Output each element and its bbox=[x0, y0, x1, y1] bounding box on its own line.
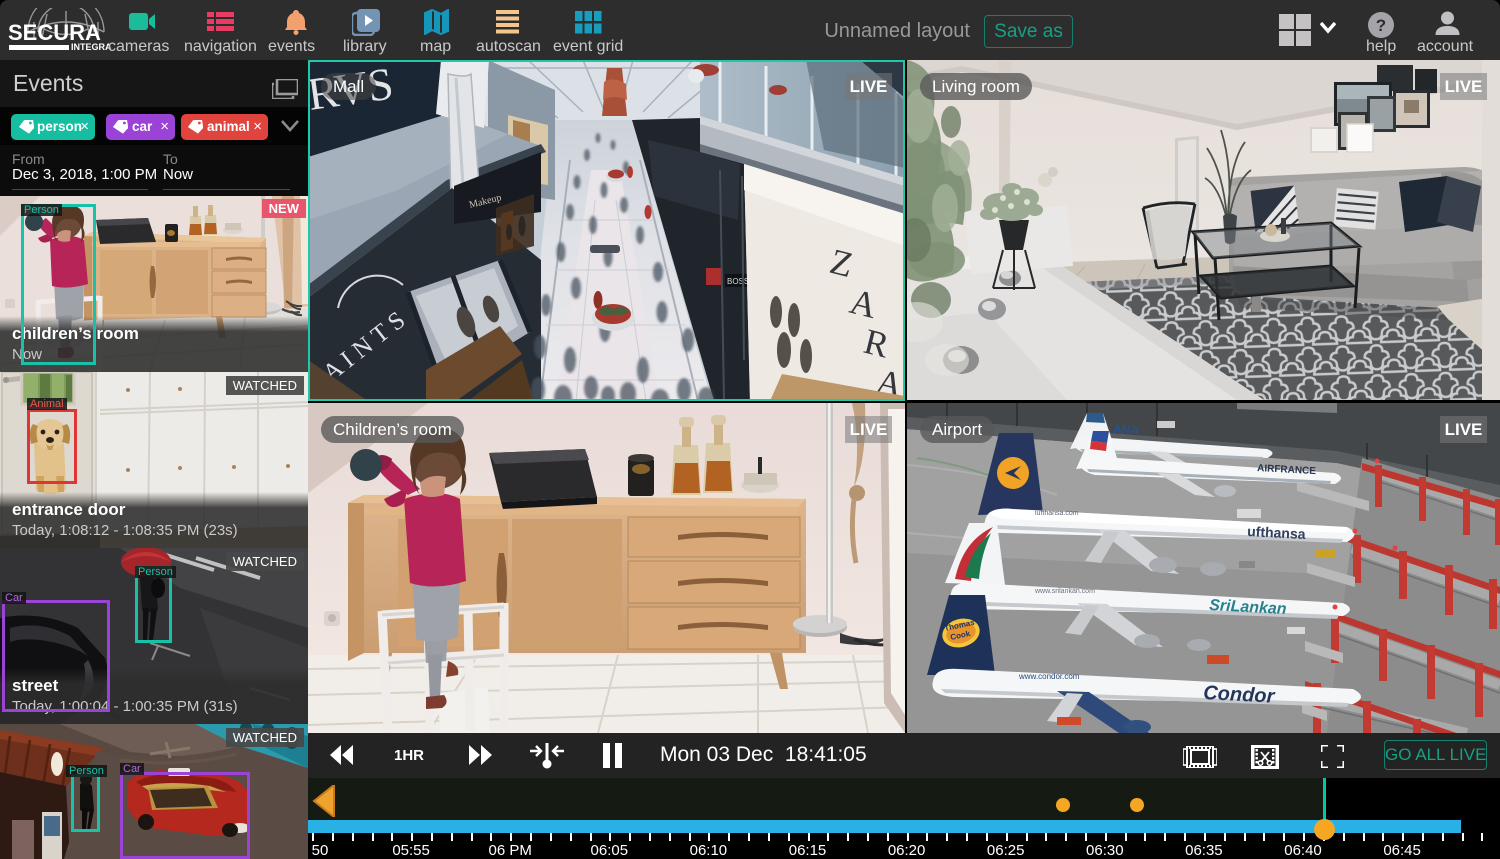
svg-text:BOSS: BOSS bbox=[727, 277, 749, 286]
svg-text:www.srilankan.com: www.srilankan.com bbox=[1034, 588, 1095, 595]
svg-text:?: ? bbox=[1376, 16, 1386, 35]
svg-text:lufthansa.com: lufthansa.com bbox=[1035, 510, 1079, 517]
svg-text:ufthansa: ufthansa bbox=[1247, 523, 1306, 542]
svg-text:Condor: Condor bbox=[1203, 682, 1276, 708]
svg-text:ANA: ANA bbox=[1113, 422, 1140, 437]
svg-text:www.condor.com: www.condor.com bbox=[1018, 672, 1080, 681]
